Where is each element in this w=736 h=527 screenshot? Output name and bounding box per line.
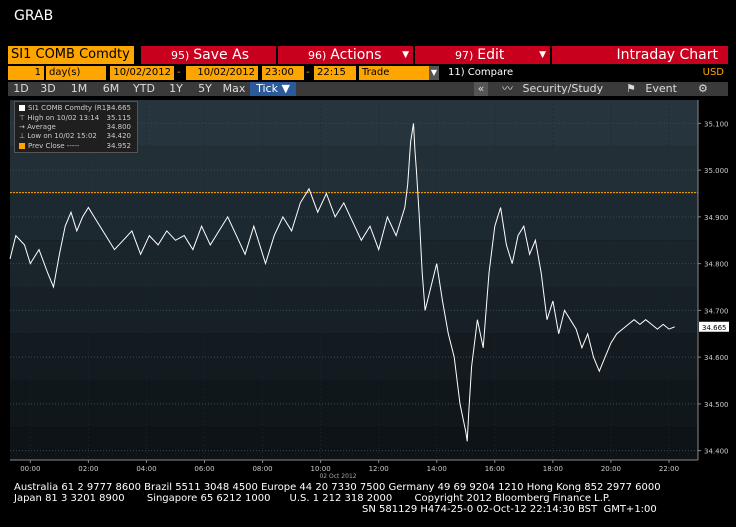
chart-legend: SI1 COMB Comdty (R1) 34.665 ⊤ High on 10… <box>14 101 138 153</box>
footer-line-2: Japan 81 3 3201 8900 Singapore 65 6212 1… <box>14 493 611 504</box>
chevron-down-icon: ▼ <box>539 50 546 60</box>
edit-button[interactable]: 97) Edit ▼ <box>415 46 550 64</box>
legend-row-security: SI1 COMB Comdty (R1) 34.665 <box>19 104 135 112</box>
chart-band <box>10 146 698 194</box>
checkbox-icon <box>19 105 25 111</box>
edit-num: 97) <box>455 49 474 62</box>
x-tick-label: 14:00 <box>427 465 447 473</box>
date-separator: - <box>177 67 181 78</box>
x-tick-label: 08:00 <box>252 465 272 473</box>
y-tick-label: 34.800 <box>704 261 729 269</box>
y-tick-label: 34.700 <box>704 307 729 315</box>
legend-row-low: ⊥ Low on 10/02 15:02 34.420 <box>19 132 131 140</box>
x-tick-label: 06:00 <box>194 465 214 473</box>
range-1d-button[interactable]: 1D <box>8 82 34 96</box>
x-tick-label: 12:00 <box>369 465 389 473</box>
end-date-field[interactable]: 10/02/2012 <box>186 66 258 80</box>
end-time-field[interactable]: 22:15 <box>314 66 356 80</box>
average-marker-icon: → <box>19 123 28 131</box>
x-tick-label: 22:00 <box>659 465 679 473</box>
y-tick-label: 35.000 <box>704 167 729 175</box>
chart-line-icon: 〰 <box>502 82 513 95</box>
time-separator: - <box>306 67 310 78</box>
range-6m-button[interactable]: 6M <box>96 82 126 96</box>
chart-band <box>10 193 698 241</box>
controls-bar: 1 day(s) 10/02/2012 - 10/02/2012 23:00 -… <box>8 66 728 80</box>
range-max-button[interactable]: Max <box>220 82 248 96</box>
chart-band <box>10 287 698 334</box>
x-tick-label: 18:00 <box>543 465 563 473</box>
grab-label: GRAB <box>14 8 54 24</box>
y-tick-label: 34.900 <box>704 214 729 222</box>
chart-band <box>10 380 698 428</box>
y-tick-label: 34.500 <box>704 401 729 409</box>
chart-toolbar: 1D 3D 1M 6M YTD 1Y 5Y Max Tick ▼ « 〰 Sec… <box>8 82 728 96</box>
period-unit-field[interactable]: day(s) <box>46 66 106 80</box>
x-tick-label: 10:00 <box>311 465 331 473</box>
chart-band <box>10 333 698 381</box>
event-button[interactable]: ⚑ Event <box>626 82 677 96</box>
chart-type-label[interactable]: Intraday Chart <box>552 46 728 64</box>
x-tick-label: 20:00 <box>601 465 621 473</box>
y-tick-label: 34.400 <box>704 448 729 456</box>
chevron-down-icon: ▼ <box>402 50 409 60</box>
y-tick-label: 34.600 <box>704 354 729 362</box>
last-value-label: 34.665 <box>702 324 727 332</box>
chevron-down-icon[interactable]: ▼ <box>429 66 439 80</box>
compare-button[interactable]: 11) Compare <box>448 66 513 80</box>
collapse-button[interactable]: « <box>474 82 488 96</box>
range-5y-button[interactable]: 5Y <box>192 82 218 96</box>
start-time-field[interactable]: 23:00 <box>262 66 304 80</box>
security-study-button[interactable]: 〰 Security/Study <box>502 82 603 96</box>
event-label: Event <box>645 82 677 95</box>
range-3d-button[interactable]: 3D <box>35 82 61 96</box>
tick-dropdown[interactable]: Tick ▼ <box>250 82 296 96</box>
period-count-field[interactable]: 1 <box>8 66 44 80</box>
save-as-button[interactable]: 95) Save As <box>141 46 276 64</box>
currency-label: USD <box>702 67 724 78</box>
actions-button[interactable]: 96) Actions ▼ <box>278 46 413 64</box>
chart-band <box>10 427 698 460</box>
range-ytd-button[interactable]: YTD <box>128 82 160 96</box>
actions-label: Actions <box>330 47 382 63</box>
range-1y-button[interactable]: 1Y <box>163 82 189 96</box>
field-select[interactable]: Trade <box>359 66 429 80</box>
prev-close-swatch <box>19 143 25 149</box>
y-tick-label: 35.100 <box>704 120 729 128</box>
range-1m-button[interactable]: 1M <box>64 82 94 96</box>
save-as-label: Save As <box>193 47 249 63</box>
x-tick-label: 04:00 <box>136 465 156 473</box>
footer-line-3: SN 581129 H474-25-0 02-Oct-12 22:14:30 B… <box>362 504 657 515</box>
save-as-num: 95) <box>171 49 190 62</box>
security-study-label: Security/Study <box>522 82 604 95</box>
flag-icon: ⚑ <box>626 82 636 95</box>
x-tick-label: 16:00 <box>485 465 505 473</box>
gear-icon[interactable]: ⚙ <box>698 82 708 96</box>
legend-row-high: ⊤ High on 10/02 13:14 35.115 <box>19 114 131 122</box>
edit-label: Edit <box>477 47 505 63</box>
x-tick-label: 00:00 <box>20 465 40 473</box>
legend-row-average: → Average 34.800 <box>19 123 131 131</box>
footer-line-1: Australia 61 2 9777 8600 Brazil 5511 304… <box>14 482 661 493</box>
legend-row-prev-close: Prev Close ----- 34.952 <box>19 142 135 150</box>
ticker-field[interactable]: SI1 COMB Comdty <box>8 46 134 64</box>
x-tick-label: 02:00 <box>78 465 98 473</box>
x-date-label: 02 Oct 2012 <box>319 473 356 480</box>
start-date-field[interactable]: 10/02/2012 <box>110 66 174 80</box>
price-chart[interactable]: 35.100 35.000 34.900 34.800 34.700 34.600 34.5… <box>0 96 736 486</box>
header-bar: SI1 COMB Comdty 95) Save As 96) Actions ▼ … <box>8 46 728 64</box>
actions-num: 96) <box>308 49 327 62</box>
